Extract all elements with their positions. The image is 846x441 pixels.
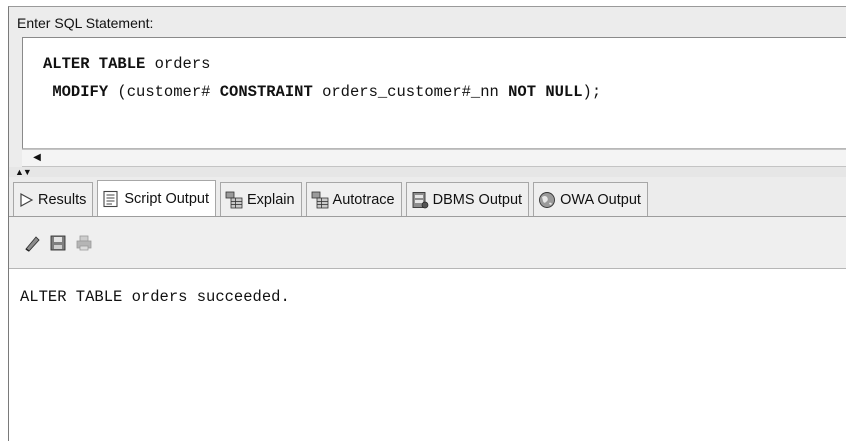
tab-dbms-output[interactable]: DBMS Output <box>405 182 530 216</box>
column-text: (customer# <box>108 83 220 101</box>
sql-editor[interactable]: ALTER TABLE orders MODIFY (customer# CON… <box>22 37 846 149</box>
output-toolbar <box>9 217 846 269</box>
editor-horizontal-scrollbar[interactable]: ◀ <box>22 149 846 167</box>
tab-script-output[interactable]: Script Output <box>97 180 216 216</box>
tab-label: Autotrace <box>332 191 395 208</box>
constraint-name-text: orders_customer#_nn <box>312 83 509 101</box>
pane-splitter[interactable]: ▲▼ <box>9 167 846 177</box>
output-tab-bar: Results Script Output Explain Autotrace … <box>9 177 846 217</box>
keyword-modify: MODIFY <box>52 83 109 101</box>
sql-code[interactable]: ALTER TABLE orders MODIFY (customer# CON… <box>43 50 601 106</box>
tab-label: Explain <box>246 191 295 208</box>
statement-end-text: ); <box>582 83 602 101</box>
sql-worksheet-window: Enter SQL Statement: ALTER TABLE orders … <box>8 6 846 441</box>
table-tree-icon <box>225 191 243 208</box>
script-output-text: ALTER TABLE orders succeeded. <box>20 288 290 306</box>
table-name-text: orders <box>145 55 211 73</box>
globe-icon <box>539 191 556 208</box>
document-icon <box>103 190 118 207</box>
tab-label: OWA Output <box>560 191 641 208</box>
print-icon <box>76 235 92 251</box>
play-arrow-icon <box>20 192 34 207</box>
tab-label: Results <box>38 191 87 208</box>
tab-explain[interactable]: Explain <box>219 182 302 216</box>
table-tree-icon <box>311 191 328 208</box>
keyword-constraint: CONSTRAINT <box>219 83 313 101</box>
dbms-icon <box>412 191 428 208</box>
scroll-left-icon[interactable]: ◀ <box>32 153 42 163</box>
tab-label: Script Output <box>124 190 209 207</box>
keyword-not-null: NOT NULL <box>508 83 583 101</box>
splitter-arrows-icon[interactable]: ▲▼ <box>15 167 32 177</box>
tab-label: DBMS Output <box>432 191 523 208</box>
tab-autotrace[interactable]: Autotrace <box>305 182 402 216</box>
script-output-panel[interactable]: ALTER TABLE orders succeeded. <box>9 269 846 441</box>
sql-statement-label: Enter SQL Statement: <box>17 15 154 31</box>
tab-owa-output[interactable]: OWA Output <box>533 182 648 216</box>
eraser-icon[interactable] <box>23 234 41 252</box>
keyword-alter-table: ALTER TABLE <box>43 55 146 73</box>
tab-results[interactable]: Results <box>13 182 94 216</box>
save-icon[interactable] <box>49 234 67 252</box>
